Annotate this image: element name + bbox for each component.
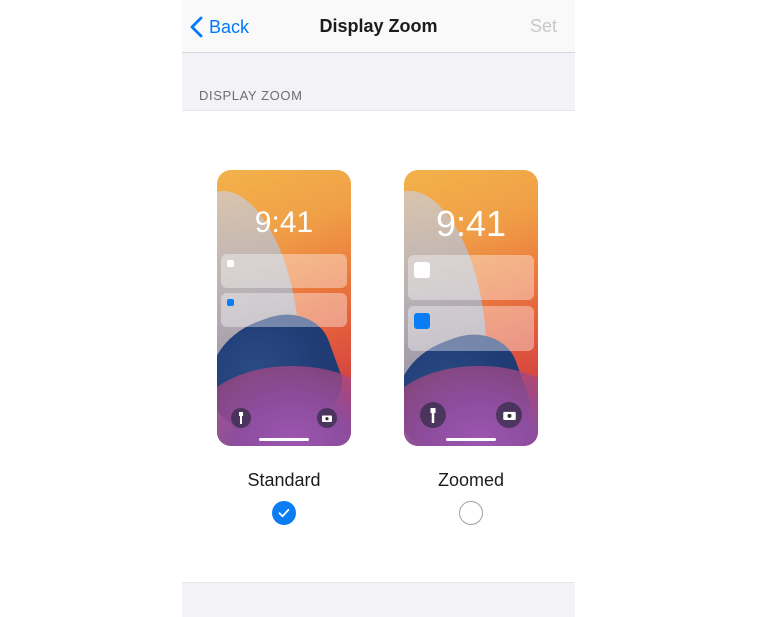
camera-icon [496, 402, 522, 428]
zoomed-preview-phone: 9:41 [404, 170, 538, 446]
navigation-bar: Back Display Zoom Set [182, 0, 575, 53]
option-label-zoomed: Zoomed [437, 470, 505, 490]
preview-notification [408, 255, 534, 300]
display-zoom-screen: Back Display Zoom Set DISPLAY ZOOM 9:41 [182, 0, 575, 617]
zoom-options-card: 9:41 Standard 9:41 Zoomed [182, 110, 575, 583]
flashlight-icon [420, 402, 446, 428]
standard-radio[interactable] [272, 501, 296, 525]
page-title: Display Zoom [319, 16, 438, 36]
zoomed-radio[interactable] [459, 501, 483, 525]
preview-notification [221, 293, 347, 327]
checkmark-icon [278, 508, 290, 518]
set-button[interactable]: Set [530, 16, 557, 37]
flashlight-icon [231, 408, 251, 428]
preview-time: 9:41 [254, 206, 314, 239]
camera-icon [317, 408, 337, 428]
standard-preview-phone: 9:41 [217, 170, 351, 446]
home-indicator [446, 438, 496, 441]
preview-notification [221, 254, 347, 288]
option-label-standard: Standard [247, 470, 321, 490]
section-header: DISPLAY ZOOM [199, 88, 303, 103]
preview-notification [408, 306, 534, 351]
home-indicator [259, 438, 309, 441]
preview-time: 9:41 [435, 203, 507, 244]
